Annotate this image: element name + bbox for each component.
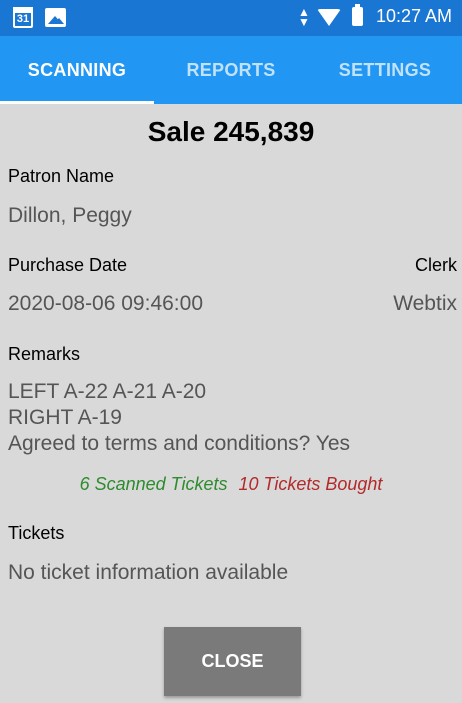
clerk-label: Clerk [414,255,457,275]
tab-settings[interactable]: SETTINGS [308,36,462,104]
remarks-label: Remarks [8,344,81,364]
patron-name-value: Dillon, Peggy [8,204,132,227]
tickets-value: No ticket information available [8,561,289,584]
data-arrows-icon: ▲ ▼ [298,4,310,29]
scanned-tickets-count: 6 Scanned Tickets [79,474,228,494]
image-icon [45,8,66,27]
battery-icon [351,4,363,26]
tab-bar: SCANNING REPORTS SETTINGS [0,36,462,104]
remarks-line: Agreed to terms and conditions? Yes [8,432,351,455]
purchase-date-label: Purchase Date [8,255,128,275]
ticket-counts: 6 Scanned Tickets 10 Tickets Bought [0,474,462,495]
status-left: 31 [13,7,66,28]
purchase-date-value: 2020-08-06 09:46:00 [8,292,203,315]
status-bar: 31 ▲ ▼ 10:27 AM [0,0,462,36]
patron-name-label: Patron Name [8,166,115,186]
status-right: ▲ ▼ 10:27 AM [298,4,452,29]
remarks-line: RIGHT A-19 [8,406,122,429]
close-button[interactable]: CLOSE [164,627,301,696]
tab-reports[interactable]: REPORTS [154,36,308,104]
calendar-day: 31 [16,13,30,25]
tickets-label: Tickets [8,523,65,543]
tickets-bought-count: 10 Tickets Bought [238,474,383,494]
remarks-line: LEFT A-22 A-21 A-20 [8,380,207,403]
sale-title: Sale 245,839 [147,116,315,147]
wifi-icon [316,9,341,26]
tab-scanning[interactable]: SCANNING [0,36,154,104]
clerk-value: Webtix [393,292,457,315]
clock: 10:27 AM [375,6,452,26]
remarks-text: LEFT A-22 A-21 A-20 RIGHT A-19 Agreed to… [8,379,350,457]
calendar-icon: 31 [13,7,33,28]
